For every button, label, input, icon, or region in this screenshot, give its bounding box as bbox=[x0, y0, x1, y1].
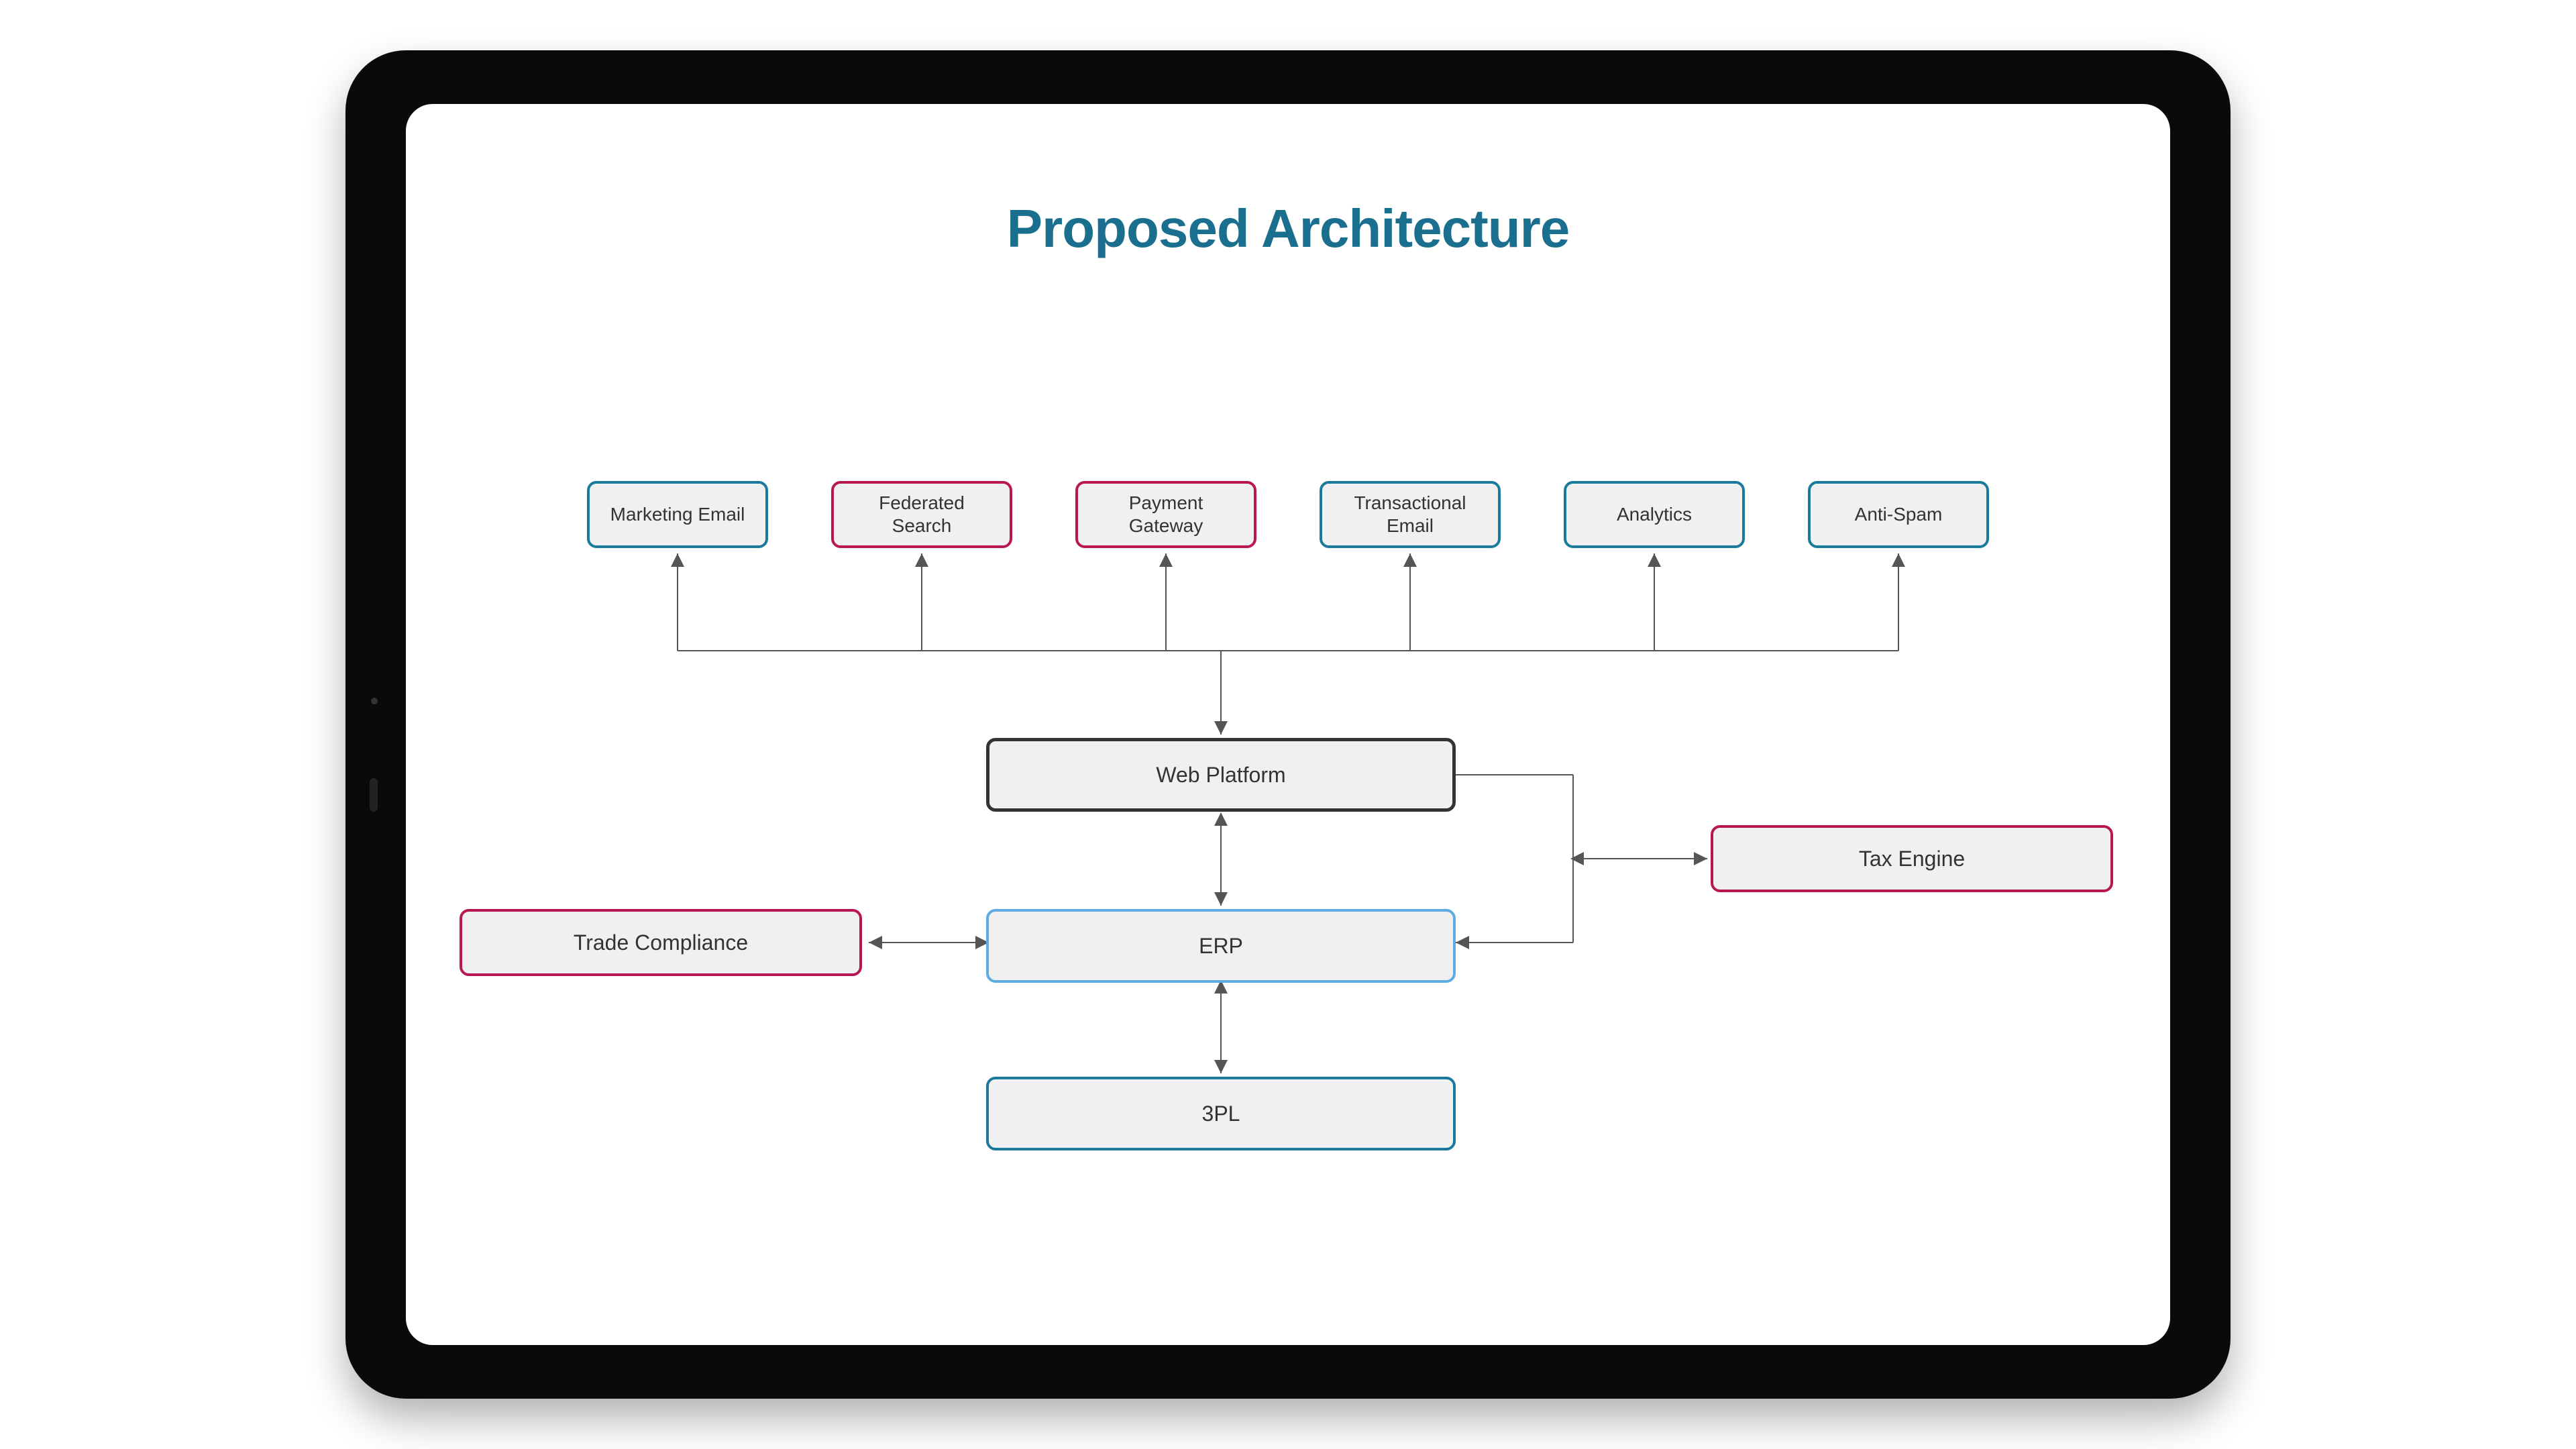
box-transactional-email: Transactional Email bbox=[1320, 481, 1501, 548]
box-tax-engine: Tax Engine bbox=[1711, 825, 2113, 892]
connector-lines bbox=[406, 104, 2170, 1345]
box-label: Web Platform bbox=[1156, 762, 1285, 788]
box-analytics: Analytics bbox=[1564, 481, 1745, 548]
box-label: 3PL bbox=[1202, 1101, 1240, 1126]
box-label: Analytics bbox=[1617, 503, 1692, 526]
box-label: Transactional Email bbox=[1336, 492, 1485, 537]
box-web-platform: Web Platform bbox=[986, 738, 1456, 812]
box-trade-compliance: Trade Compliance bbox=[460, 909, 862, 976]
box-label: Trade Compliance bbox=[574, 930, 748, 955]
box-payment-gateway: Payment Gateway bbox=[1075, 481, 1256, 548]
box-label: ERP bbox=[1199, 933, 1243, 959]
diagram-canvas: Marketing Email Federated Search Payment… bbox=[406, 104, 2170, 1345]
box-label: Anti-Spam bbox=[1855, 503, 1943, 526]
box-federated-search: Federated Search bbox=[831, 481, 1012, 548]
tablet-screen: Proposed Architecture bbox=[406, 104, 2170, 1345]
box-label: Marketing Email bbox=[610, 503, 745, 526]
box-label: Federated Search bbox=[847, 492, 996, 537]
box-label: Payment Gateway bbox=[1091, 492, 1240, 537]
box-3pl: 3PL bbox=[986, 1077, 1456, 1150]
box-label: Tax Engine bbox=[1859, 846, 1965, 871]
tablet-frame: Proposed Architecture bbox=[345, 50, 2231, 1399]
box-anti-spam: Anti-Spam bbox=[1808, 481, 1989, 548]
box-erp: ERP bbox=[986, 909, 1456, 983]
box-marketing-email: Marketing Email bbox=[587, 481, 768, 548]
